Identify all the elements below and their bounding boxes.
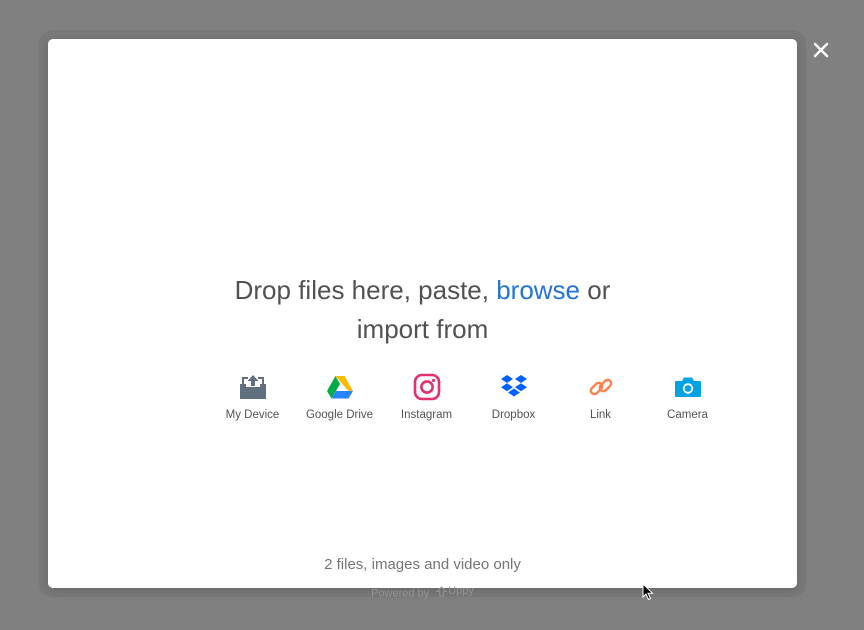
restrictions-note: 2 files, images and video only — [324, 556, 521, 573]
uppy-brand-link[interactable]: Uppy — [432, 585, 474, 597]
dropbox-icon — [499, 372, 529, 402]
source-label: My Device — [225, 409, 280, 421]
close-modal-button[interactable] — [808, 37, 834, 63]
source-label: Instagram — [400, 409, 453, 421]
drop-title-suffix: or — [580, 275, 611, 305]
mouse-cursor-icon — [642, 583, 654, 601]
uppy-dashboard-modal: Drop files here, paste, browse or import… — [48, 39, 797, 600]
powered-by: Powered by Uppy — [48, 585, 797, 600]
source-instagram-button[interactable]: Instagram — [383, 372, 470, 421]
my-device-icon — [238, 372, 268, 402]
drop-zone-title: Drop files here, paste, browse or import… — [48, 271, 797, 349]
google-drive-icon — [325, 372, 355, 402]
source-my-device-button[interactable]: My Device — [209, 372, 296, 421]
source-label: Camera — [667, 409, 708, 421]
instagram-icon — [412, 372, 442, 402]
close-icon — [813, 42, 829, 58]
browse-link[interactable]: browse — [496, 275, 580, 305]
uppy-logo-icon — [436, 585, 448, 597]
source-google-drive-button[interactable]: Google Drive — [296, 372, 383, 421]
source-link-button[interactable]: Link — [557, 372, 644, 421]
source-camera-button[interactable]: Camera — [644, 372, 731, 421]
powered-by-text: Powered by — [371, 587, 433, 600]
source-label: Google Drive — [305, 409, 374, 421]
source-label: Dropbox — [491, 409, 536, 421]
uppy-brand-name: Uppy — [448, 585, 474, 597]
source-dropbox-button[interactable]: Dropbox — [470, 372, 557, 421]
drop-title-line2: import from — [356, 314, 489, 344]
drop-title-prefix: Drop files here, paste, — [234, 275, 497, 305]
import-sources-list: My Device Google Drive Instagram Dropbox Lin… — [209, 372, 731, 421]
camera-icon — [673, 372, 703, 402]
link-icon — [586, 372, 616, 402]
source-label: Link — [589, 409, 612, 421]
